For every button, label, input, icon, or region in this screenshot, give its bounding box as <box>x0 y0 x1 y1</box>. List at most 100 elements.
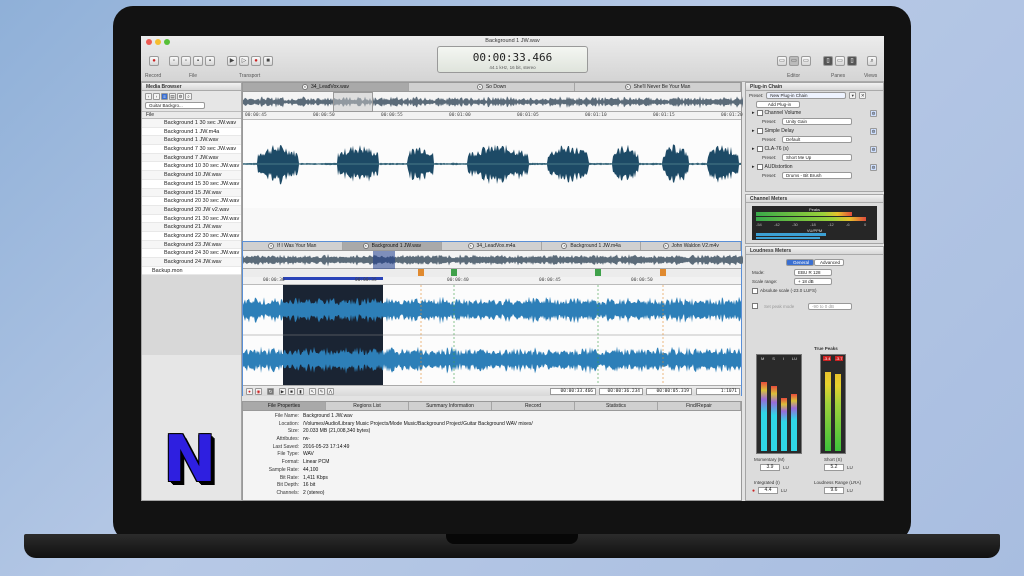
file-list-item[interactable]: Background 10 30 sec JW.wav <box>142 162 241 172</box>
bottom-play-icon[interactable]: ▶ <box>279 388 286 395</box>
file-list-item[interactable]: Background 1 JW.m4a <box>142 127 241 137</box>
file-list-item[interactable]: Background 1 JW.wav <box>142 136 241 146</box>
column-view-icon[interactable]: ▤ <box>169 92 176 100</box>
file-list-item[interactable]: Background 15 30 sec JW.wav <box>142 179 241 189</box>
overview-viewport[interactable] <box>333 92 373 112</box>
file-list-item[interactable]: Background 10 JW.wav <box>142 171 241 180</box>
plugin-enable-checkbox[interactable] <box>756 146 763 152</box>
plugin-enable-checkbox[interactable] <box>756 164 763 170</box>
bottom-waveform[interactable] <box>243 285 741 385</box>
integrated-record-icon[interactable]: ● <box>752 488 755 494</box>
marker-4-icon[interactable] <box>660 269 666 276</box>
plugin-expand-icon[interactable]: ▸ <box>752 163 755 171</box>
plugin-edit-icon[interactable]: ⚙ <box>870 127 877 135</box>
file-list-item[interactable]: Background 7 JW.wav <box>142 153 241 163</box>
minimize-window-button[interactable] <box>155 39 161 45</box>
bottom-rec-pause-icon[interactable]: ◉ <box>255 388 262 395</box>
top-waveform[interactable] <box>243 120 741 208</box>
tab-close-icon[interactable]: × <box>268 242 275 249</box>
file-list-item[interactable]: Background 21 JW.wav <box>142 223 241 232</box>
file-list-item[interactable]: Background 20 JW v2.wav <box>142 205 241 215</box>
new-file-icon[interactable]: ▫ <box>169 56 179 66</box>
tab-close-icon[interactable]: × <box>362 242 369 249</box>
plugin-preset-select[interactable]: Short Me Up <box>782 154 852 161</box>
stop-button[interactable]: ■ <box>263 56 273 66</box>
record-button[interactable]: ● <box>149 56 159 66</box>
editor-tab[interactable]: × If I Was Your Man <box>243 242 343 250</box>
bottom-stop-icon[interactable]: ■ <box>288 388 295 395</box>
editor-split-icon[interactable]: ▭ <box>789 56 799 66</box>
plugin-preset-select[interactable]: Unity Gain <box>782 118 852 125</box>
editor-tab[interactable]: × 34_LeadVox.m4a <box>442 242 542 250</box>
file-list-item[interactable]: Backup.mon <box>142 266 241 276</box>
bottom-select-tool-icon[interactable]: ↖ <box>309 388 316 395</box>
editor-toggle-icon[interactable]: ▭ <box>777 56 787 66</box>
add-plugin-button[interactable]: Add Plug-in <box>756 101 800 108</box>
plugin-expand-icon[interactable]: ▸ <box>752 145 755 153</box>
mode-select[interactable]: EBU R 128 <box>794 269 832 276</box>
plugin-preset-select[interactable]: Default <box>782 136 852 143</box>
play-button[interactable]: ▶ <box>227 56 237 66</box>
file-list-item[interactable]: Background 24 30 sec JW.wav <box>142 249 241 258</box>
properties-tab[interactable]: Summary Information <box>409 402 492 410</box>
marker-2-icon[interactable] <box>451 269 457 276</box>
save-file-icon[interactable]: ▪ <box>193 56 203 66</box>
list-view-icon[interactable]: ≡ <box>161 92 168 100</box>
tab-close-icon[interactable]: × <box>476 83 483 90</box>
properties-tab[interactable]: Record <box>492 402 575 410</box>
tab-close-icon[interactable]: × <box>662 242 669 249</box>
editor-tab[interactable]: × So Down <box>409 83 575 91</box>
forward-icon[interactable]: › <box>153 92 160 100</box>
search-icon[interactable]: ⌕ <box>185 92 192 100</box>
plugin-edit-icon[interactable]: ⚙ <box>870 163 877 171</box>
plugin-expand-icon[interactable]: ▸ <box>752 109 755 117</box>
bottom-zoom[interactable]: 1:1071 <box>696 388 740 395</box>
bottom-overview-viewport[interactable] <box>373 251 395 269</box>
properties-tab[interactable]: File Properties <box>243 402 326 410</box>
bottom-marker-icon[interactable]: ▮ <box>297 388 304 395</box>
plugin-expand-icon[interactable]: ▸ <box>752 127 755 135</box>
bottom-mid-time[interactable]: 00:00:36.234 <box>599 388 643 395</box>
editor-tab[interactable]: × 34_LeadVox.wav <box>243 83 409 91</box>
plugin-edit-icon[interactable]: ⚙ <box>870 109 877 117</box>
folder-select[interactable]: Guitar Backgro... <box>145 102 205 109</box>
editor-tab[interactable]: × John Waldon V2.m4v <box>641 242 741 250</box>
pane-bottom-icon[interactable]: ▭ <box>835 56 845 66</box>
marker-1-icon[interactable] <box>418 269 424 276</box>
editor-tab[interactable]: × Background 1 JW.wav <box>342 242 443 250</box>
plugin-preset-select[interactable]: Drums - Bit Brush <box>782 172 852 179</box>
close-window-button[interactable] <box>146 39 152 45</box>
peak-mode-select[interactable]: -90 to 0 dB <box>808 302 852 310</box>
scale-range-select[interactable]: + 18 dB <box>794 278 832 285</box>
editor-tab[interactable]: × Background 1 JW.m4a <box>542 242 642 250</box>
zoom-window-button[interactable] <box>164 39 170 45</box>
back-icon[interactable]: ‹ <box>145 92 152 100</box>
plugin-save-icon[interactable]: ▾ <box>849 92 857 99</box>
tab-close-icon[interactable]: × <box>467 242 474 249</box>
bottom-record-icon[interactable]: ● <box>246 388 253 395</box>
absolute-scale-checkbox[interactable] <box>752 287 758 294</box>
play-selection-button[interactable]: ▷ <box>239 56 249 66</box>
file-list-item[interactable]: Background 1 30 sec JW.wav <box>142 119 241 128</box>
bottom-start-time[interactable]: 00:00:33.466 <box>550 388 596 395</box>
open-file-icon[interactable]: ▫ <box>181 56 191 66</box>
file-column-header[interactable]: File <box>142 111 241 119</box>
transport-record-button[interactable]: ● <box>251 56 261 66</box>
file-list-item[interactable]: Background 24 JW.wav <box>142 258 241 267</box>
bottom-end-time[interactable]: 00:00:05.319 <box>646 388 692 395</box>
tab-close-icon[interactable]: × <box>624 83 631 90</box>
file-list-item[interactable]: Background 15 JW.wav <box>142 188 241 198</box>
properties-tab[interactable]: Find/Repair <box>658 402 741 410</box>
plugin-remove-icon[interactable]: ✕ <box>859 92 867 99</box>
bottom-envelope-icon[interactable]: ⋀ <box>327 388 334 395</box>
views-zoom-icon[interactable]: ⌕ <box>867 56 877 66</box>
plugin-edit-icon[interactable]: ⚙ <box>870 145 877 153</box>
editor-stack-icon[interactable]: ▭ <box>801 56 811 66</box>
plugin-enable-checkbox[interactable] <box>756 110 763 116</box>
tab-close-icon[interactable]: × <box>561 242 568 249</box>
marker-3-icon[interactable] <box>595 269 601 276</box>
properties-tab[interactable]: Statistics <box>575 402 658 410</box>
file-list-item[interactable]: Background 20 30 sec JW.wav <box>142 197 241 206</box>
plugin-preset-select[interactable]: New Plug-in Chain <box>766 92 847 99</box>
plugin-enable-checkbox[interactable] <box>756 128 763 134</box>
